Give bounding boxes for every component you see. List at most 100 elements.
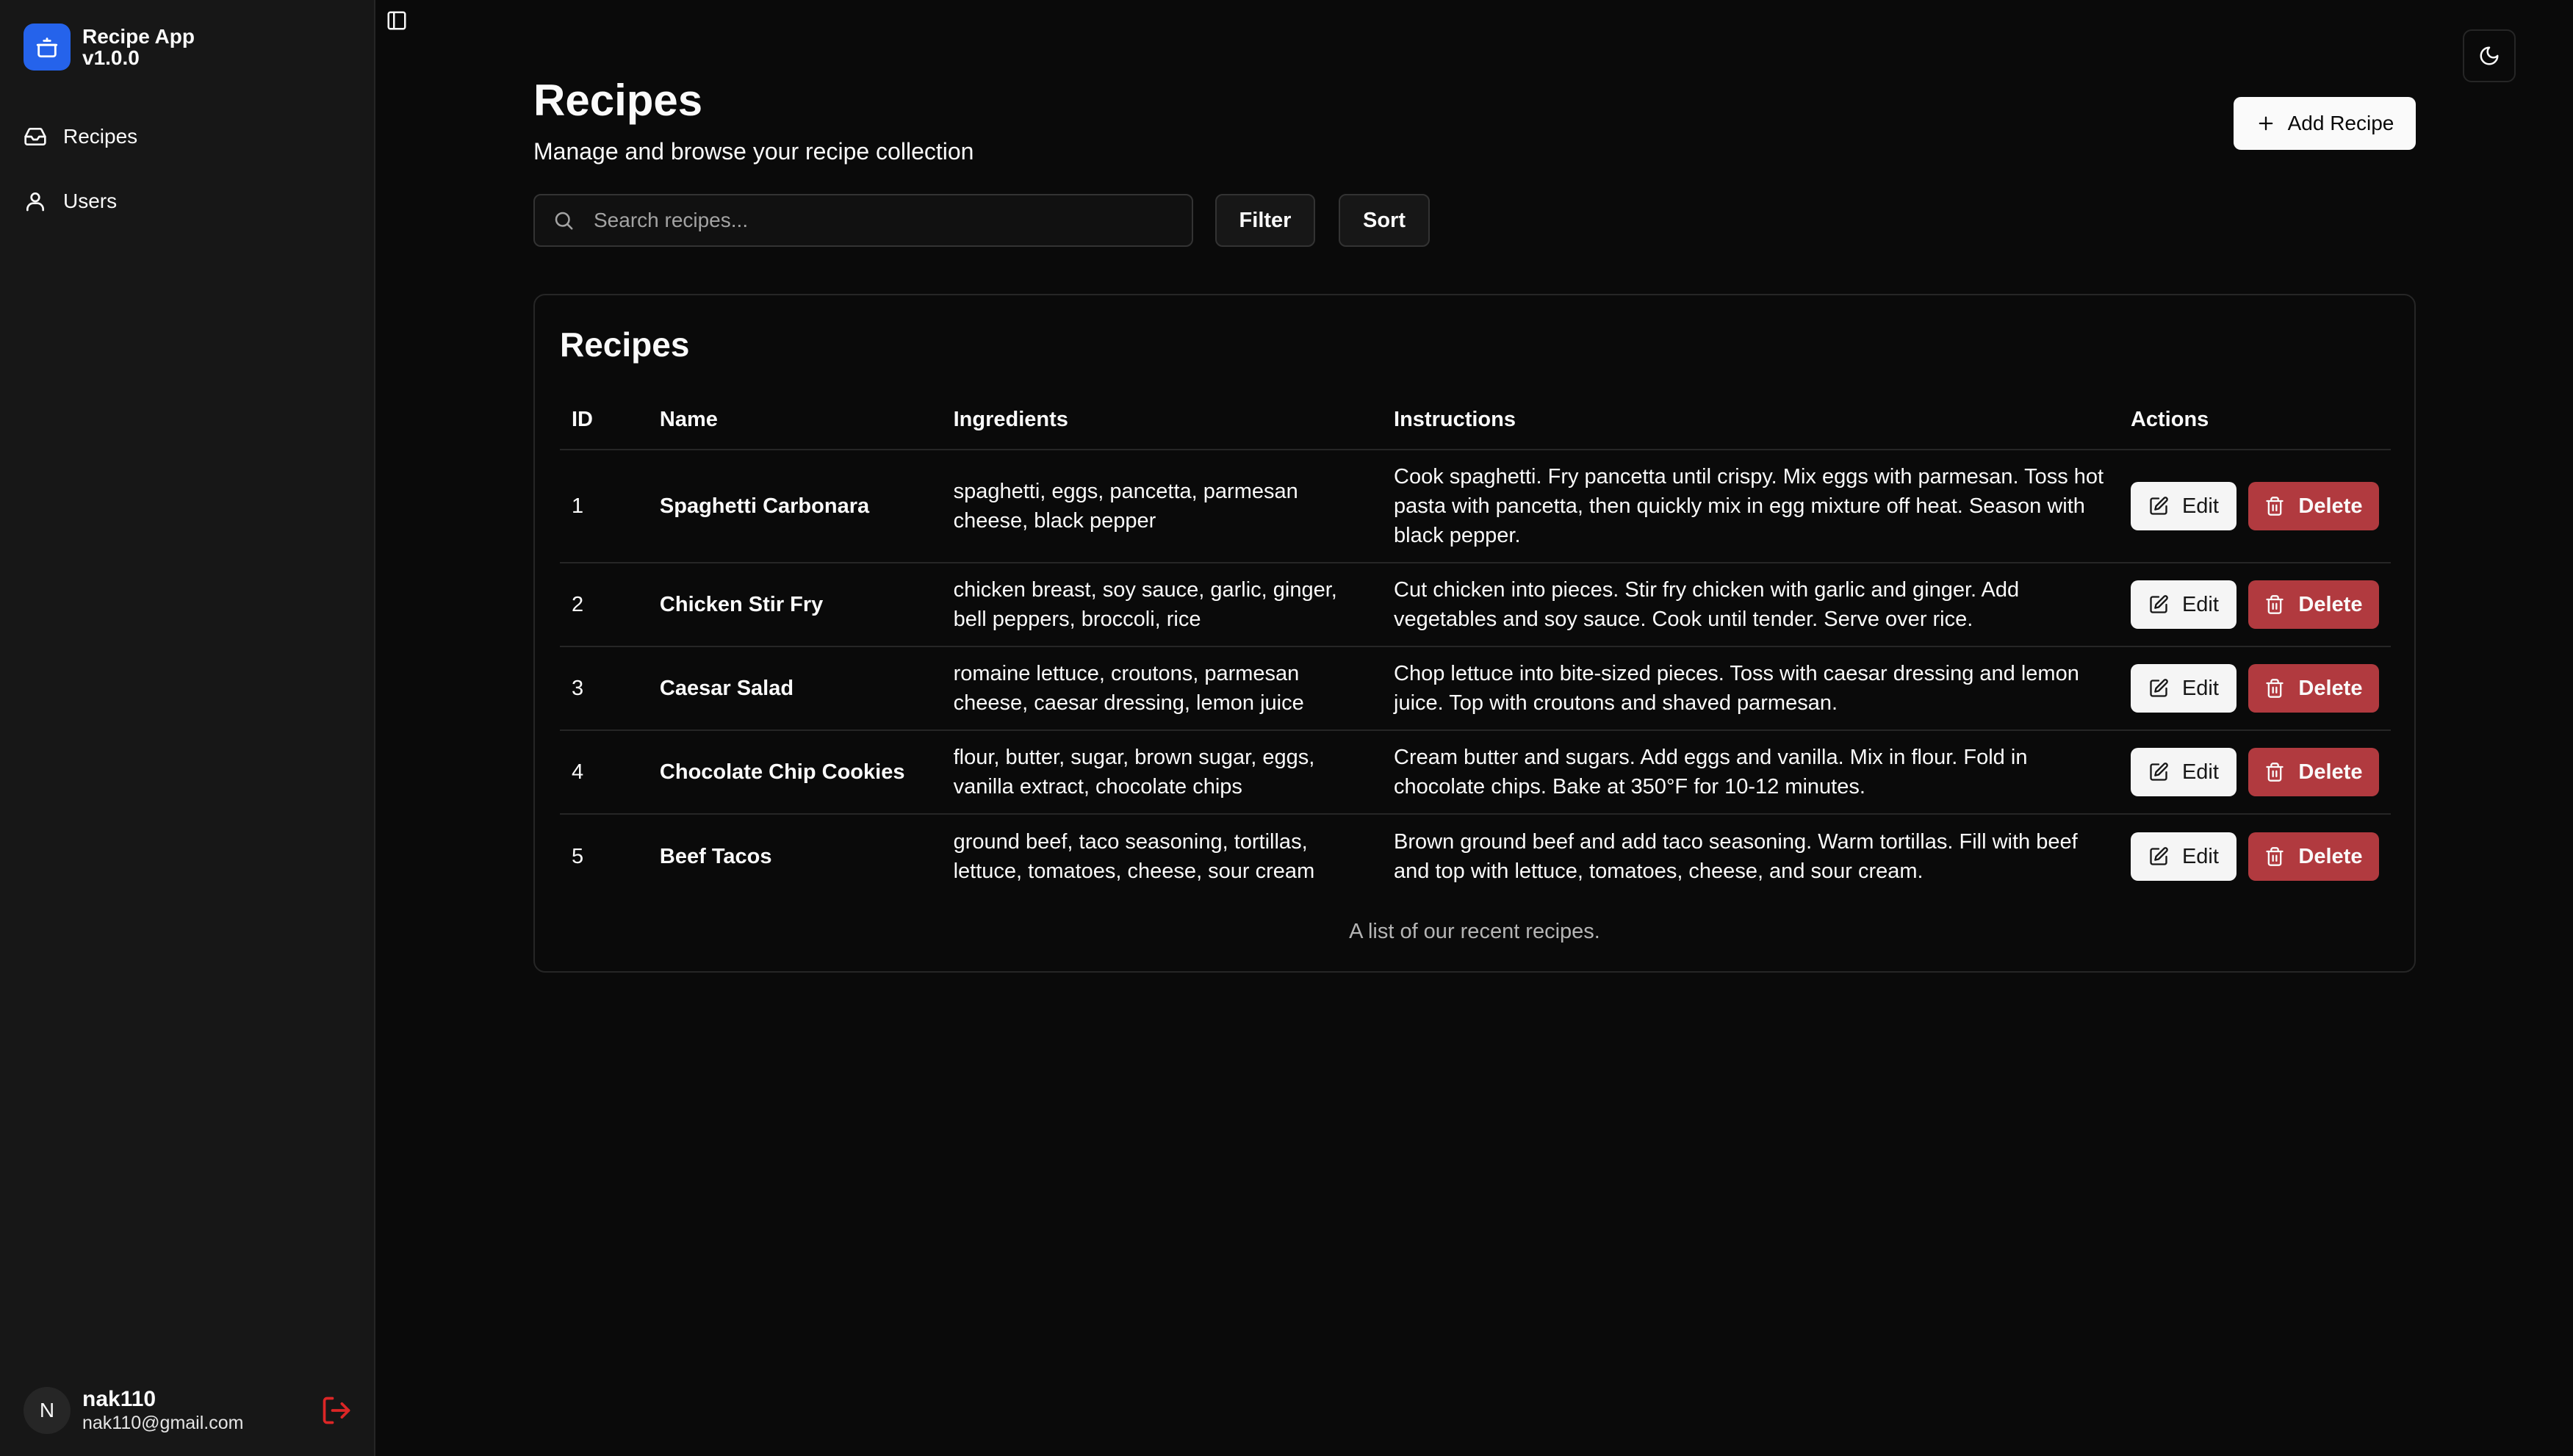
- trash-icon: [2264, 496, 2285, 516]
- table-row: 1 Spaghetti Carbonara spaghetti, eggs, p…: [560, 450, 2391, 563]
- brand[interactable]: Recipe App v1.0.0: [24, 24, 195, 71]
- sidebar-item-recipes[interactable]: Recipes: [12, 109, 363, 165]
- delete-button[interactable]: Delete: [2248, 748, 2379, 796]
- recipe-id: 2: [560, 563, 648, 647]
- recipe-id: 4: [560, 730, 648, 815]
- sidebar-item-label: Users: [63, 190, 118, 212]
- trash-icon: [2264, 678, 2285, 699]
- recipe-ingredients: spaghetti, eggs, pancetta, parmesan chee…: [941, 450, 1383, 563]
- delete-label: Delete: [2298, 677, 2363, 700]
- sidebar-toggle-button[interactable]: [384, 7, 410, 34]
- logout-button[interactable]: [319, 1393, 354, 1428]
- delete-label: Delete: [2298, 760, 2363, 784]
- filter-button[interactable]: Filter: [1215, 194, 1315, 247]
- search-input[interactable]: [592, 208, 1180, 233]
- column-header-actions: Actions: [2118, 391, 2391, 450]
- column-header-ingredients: Ingredients: [941, 391, 1383, 450]
- trash-icon: [2264, 762, 2285, 782]
- recipe-id: 1: [560, 450, 648, 563]
- user-name: nak110: [82, 1387, 156, 1412]
- recipe-ingredients: romaine lettuce, croutons, parmesan chee…: [941, 646, 1383, 731]
- recipe-id: 5: [572, 844, 584, 868]
- recipe-instructions: Cook spaghetti. Fry pancetta until crisp…: [1382, 450, 2119, 563]
- recipe-id: 3: [560, 646, 648, 731]
- edit-button[interactable]: Edit: [2130, 664, 2236, 713]
- inbox-icon: [24, 125, 47, 148]
- recipe-actions: Edit Delete: [2118, 450, 2391, 563]
- delete-button[interactable]: Delete: [2248, 664, 2379, 713]
- recipe-actions: Edit Delete: [2118, 646, 2391, 731]
- sidebar: Recipe App v1.0.0 Recipes Users N nak110…: [0, 0, 375, 1456]
- table-caption: A list of our recent recipes.: [1349, 920, 1600, 943]
- table-row: 5 Beef Tacos ground beef, taco seasoning…: [560, 814, 2391, 898]
- recipe-instructions: Brown ground beef and add taco seasoning…: [1394, 829, 2078, 883]
- edit-button[interactable]: Edit: [2130, 580, 2236, 629]
- plus-icon: [2256, 113, 2276, 134]
- add-recipe-label: Add Recipe: [2287, 112, 2394, 134]
- sidebar-nav: Recipes Users: [12, 109, 363, 238]
- edit-button[interactable]: Edit: [2130, 748, 2236, 796]
- edit-icon: [2148, 594, 2169, 615]
- delete-label: Delete: [2298, 593, 2363, 616]
- recipe-instructions: Cut chicken into pieces. Stir fry chicke…: [1382, 563, 2119, 647]
- edit-label: Edit: [2181, 760, 2219, 784]
- theme-toggle-button[interactable]: [2463, 29, 2516, 82]
- search-icon: [553, 209, 575, 231]
- table-row: 4 Chocolate Chip Cookies flour, butter, …: [560, 730, 2391, 815]
- sidebar-item-label: Recipes: [63, 125, 138, 148]
- sidebar-item-users[interactable]: Users: [12, 173, 363, 229]
- recipe-name: Spaghetti Carbonara: [647, 450, 942, 563]
- table-row: 3 Caesar Salad romaine lettuce, croutons…: [560, 646, 2391, 731]
- moon-icon: [2480, 46, 2499, 65]
- edit-label: Edit: [2181, 494, 2219, 518]
- user-email: nak110@gmail.com: [82, 1412, 244, 1433]
- recipe-name: Caesar Salad: [647, 646, 942, 731]
- recipe-instructions: Chop lettuce into bite-sized pieces. Tos…: [1382, 646, 2119, 731]
- recipes-table: ID Name Ingredients Instructions Actions…: [560, 391, 2391, 898]
- edit-label: Edit: [2181, 677, 2219, 700]
- recipes-card: Recipes ID Name Ingredients Instructions…: [533, 294, 2416, 973]
- column-header-name: Name: [647, 391, 942, 450]
- recipe-ingredients: ground beef, taco seasoning, tortillas, …: [953, 829, 1315, 883]
- edit-label: Edit: [2181, 593, 2219, 616]
- table-row: 2 Chicken Stir Fry chicken breast, soy s…: [560, 563, 2391, 647]
- column-header-instructions: Instructions: [1382, 391, 2119, 450]
- column-header-id: ID: [560, 391, 648, 450]
- app-logo-icon: [24, 24, 71, 71]
- card-title: Recipes: [560, 325, 690, 364]
- recipe-name: Chocolate Chip Cookies: [647, 730, 942, 815]
- delete-label: Delete: [2298, 844, 2363, 868]
- recipe-actions: Edit Delete: [2119, 814, 2391, 898]
- recipe-name: Chicken Stir Fry: [647, 563, 942, 647]
- page-title: Recipes: [533, 76, 703, 125]
- user-profile: N nak110 nak110@gmail.com: [24, 1387, 354, 1434]
- panel-left-icon: [387, 11, 406, 30]
- search-box: [533, 194, 1193, 247]
- page-subtitle: Manage and browse your recipe collection: [533, 138, 974, 165]
- app-name: Recipe App: [82, 24, 195, 48]
- recipe-actions: Edit Delete: [2118, 563, 2391, 647]
- edit-icon: [2148, 762, 2169, 782]
- table-header-row: ID Name Ingredients Instructions Actions: [560, 391, 2391, 450]
- recipe-instructions: Cream butter and sugars. Add eggs and va…: [1382, 730, 2119, 815]
- edit-label: Edit: [2181, 844, 2219, 868]
- add-recipe-button[interactable]: Add Recipe: [2234, 97, 2416, 150]
- delete-button[interactable]: Delete: [2248, 482, 2379, 530]
- edit-button[interactable]: Edit: [2130, 832, 2236, 881]
- delete-label: Delete: [2298, 494, 2363, 518]
- trash-icon: [2264, 846, 2285, 867]
- delete-button[interactable]: Delete: [2248, 580, 2379, 629]
- edit-icon: [2148, 496, 2169, 516]
- delete-button[interactable]: Delete: [2248, 832, 2379, 881]
- app-version: v1.0.0: [82, 46, 140, 69]
- edit-icon: [2148, 678, 2169, 699]
- edit-button[interactable]: Edit: [2130, 482, 2236, 530]
- recipe-ingredients: chicken breast, soy sauce, garlic, ginge…: [941, 563, 1383, 647]
- logout-icon: [323, 1396, 350, 1424]
- recipe-ingredients: flour, butter, sugar, brown sugar, eggs,…: [941, 730, 1383, 815]
- sort-button[interactable]: Sort: [1339, 194, 1430, 247]
- avatar[interactable]: N: [24, 1387, 71, 1434]
- recipe-actions: Edit Delete: [2118, 730, 2391, 815]
- user-icon: [24, 190, 47, 213]
- edit-icon: [2148, 846, 2169, 867]
